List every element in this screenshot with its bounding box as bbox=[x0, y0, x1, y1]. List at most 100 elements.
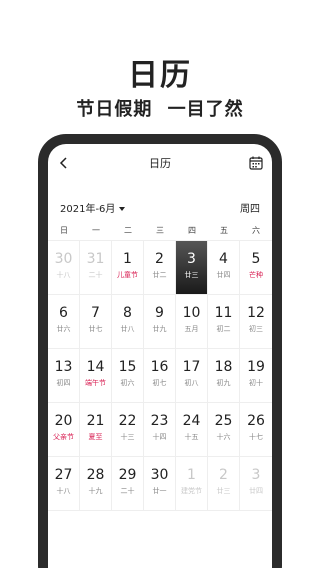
day-number: 3 bbox=[187, 251, 196, 267]
lunar-date: 十六 bbox=[216, 433, 231, 441]
lunar-date: 初十 bbox=[249, 379, 263, 387]
lunar-date: 初八 bbox=[184, 379, 199, 387]
calendar-day[interactable]: 25 十六 bbox=[208, 403, 240, 457]
day-number: 30 bbox=[150, 467, 169, 483]
lunar-date: 建党节 bbox=[181, 487, 202, 495]
calendar-day[interactable]: 4 廿四 bbox=[208, 241, 240, 295]
calendar-day[interactable]: 9 廿九 bbox=[144, 295, 176, 349]
weekday-label: 一 bbox=[92, 226, 100, 235]
weekday-label: 三 bbox=[156, 226, 164, 235]
lunar-date: 十三 bbox=[120, 433, 135, 441]
lunar-date: 十九 bbox=[88, 487, 103, 495]
day-number: 18 bbox=[214, 359, 233, 375]
day-number: 14 bbox=[86, 359, 105, 375]
calendar-day[interactable]: 13 初四 bbox=[48, 349, 80, 403]
day-number: 27 bbox=[54, 467, 73, 483]
day-number: 10 bbox=[182, 305, 201, 321]
lunar-date: 廿九 bbox=[152, 325, 167, 333]
day-number: 1 bbox=[123, 251, 132, 267]
lunar-date: 廿四 bbox=[216, 271, 231, 279]
calendar-day[interactable]: 30 廿一 bbox=[144, 457, 176, 511]
weekday-label: 二 bbox=[124, 226, 132, 235]
phone-frame: 日历 2021年-6月 周四 日 一 二 三 四 五 六 30 十八 31 二十… bbox=[38, 134, 282, 568]
holiday-label: 儿童节 bbox=[117, 271, 138, 279]
day-number: 20 bbox=[54, 413, 73, 429]
calendar-day[interactable]: 21 夏至 bbox=[80, 403, 112, 457]
calendar-day-today[interactable]: 3 廿三 bbox=[176, 241, 208, 295]
calendar-day[interactable]: 17 初八 bbox=[176, 349, 208, 403]
calendar-day[interactable]: 16 初七 bbox=[144, 349, 176, 403]
lunar-date: 廿七 bbox=[88, 325, 103, 333]
calendar-day[interactable]: 6 廿六 bbox=[48, 295, 80, 349]
calendar-day[interactable]: 5 芒种 bbox=[240, 241, 272, 295]
lunar-date: 初九 bbox=[216, 379, 231, 387]
holiday-label: 芒种 bbox=[249, 271, 263, 279]
calendar-day[interactable]: 2 廿三 bbox=[208, 457, 240, 511]
day-number: 8 bbox=[123, 305, 132, 321]
calendar-day[interactable]: 30 十八 bbox=[48, 241, 80, 295]
day-number: 21 bbox=[86, 413, 105, 429]
weekday-label: 六 bbox=[252, 226, 260, 235]
day-number: 6 bbox=[59, 305, 68, 321]
calendar-day[interactable]: 7 廿七 bbox=[80, 295, 112, 349]
promo-subtitle: 节日假期 一目了然 bbox=[76, 99, 244, 120]
month-selector-label: 2021年-6月 bbox=[60, 204, 116, 215]
calendar-day[interactable]: 22 十三 bbox=[112, 403, 144, 457]
calendar-icon[interactable] bbox=[248, 155, 264, 171]
lunar-date: 二十 bbox=[120, 487, 135, 495]
lunar-date: 廿一 bbox=[152, 487, 167, 495]
day-number: 17 bbox=[182, 359, 201, 375]
calendar-day[interactable]: 31 二十 bbox=[80, 241, 112, 295]
caret-down-icon bbox=[119, 207, 126, 211]
today-weekday: 周四 bbox=[240, 204, 260, 215]
lunar-date: 十五 bbox=[184, 433, 199, 441]
calendar-day[interactable]: 11 初二 bbox=[208, 295, 240, 349]
day-number: 5 bbox=[251, 251, 261, 267]
holiday-label: 夏至 bbox=[88, 433, 103, 441]
calendar-day[interactable]: 3 廿四 bbox=[240, 457, 272, 511]
month-bar: 2021年-6月 周四 bbox=[48, 196, 272, 220]
calendar-day[interactable]: 18 初九 bbox=[208, 349, 240, 403]
calendar-day[interactable]: 8 廿八 bbox=[112, 295, 144, 349]
lunar-date: 廿八 bbox=[120, 325, 135, 333]
lunar-date: 初三 bbox=[249, 325, 263, 333]
calendar-day[interactable]: 14 端午节 bbox=[80, 349, 112, 403]
lunar-date: 廿二 bbox=[152, 271, 167, 279]
day-number: 25 bbox=[214, 413, 233, 429]
lunar-date: 初四 bbox=[56, 379, 71, 387]
app-screen: 日历 2021年-6月 周四 日 一 二 三 四 五 六 30 十八 31 二十… bbox=[48, 144, 272, 568]
month-selector[interactable]: 2021年-6月 bbox=[60, 200, 126, 215]
weekday-label: 日 bbox=[60, 226, 68, 235]
weekday-label: 四 bbox=[188, 226, 196, 235]
calendar-day[interactable]: 27 十八 bbox=[48, 457, 80, 511]
lunar-date: 廿六 bbox=[56, 325, 71, 333]
day-number: 15 bbox=[118, 359, 137, 375]
calendar-day[interactable]: 28 十九 bbox=[80, 457, 112, 511]
calendar-day[interactable]: 23 十四 bbox=[144, 403, 176, 457]
calendar-day[interactable]: 12 初三 bbox=[240, 295, 272, 349]
calendar-day[interactable]: 10 五月 bbox=[176, 295, 208, 349]
day-number: 19 bbox=[247, 359, 265, 375]
day-number: 4 bbox=[219, 251, 228, 267]
day-number: 12 bbox=[247, 305, 265, 321]
calendar-day[interactable]: 2 廿二 bbox=[144, 241, 176, 295]
calendar-day[interactable]: 15 初六 bbox=[112, 349, 144, 403]
lunar-date: 十八 bbox=[56, 271, 71, 279]
day-number: 13 bbox=[54, 359, 73, 375]
calendar-day[interactable]: 19 初十 bbox=[240, 349, 272, 403]
day-number: 31 bbox=[86, 251, 105, 267]
promo-title: 日历 bbox=[128, 58, 192, 93]
calendar-day[interactable]: 26 十七 bbox=[240, 403, 272, 457]
day-number: 24 bbox=[182, 413, 201, 429]
calendar-day[interactable]: 20 父亲节 bbox=[48, 403, 80, 457]
day-number: 23 bbox=[150, 413, 169, 429]
calendar-day[interactable]: 29 二十 bbox=[112, 457, 144, 511]
holiday-label: 端午节 bbox=[85, 379, 106, 387]
calendar-day[interactable]: 24 十五 bbox=[176, 403, 208, 457]
calendar-day[interactable]: 1 儿童节 bbox=[112, 241, 144, 295]
day-number: 3 bbox=[251, 467, 261, 483]
day-number: 16 bbox=[150, 359, 169, 375]
calendar-day[interactable]: 1 建党节 bbox=[176, 457, 208, 511]
weekday-header: 日 一 二 三 四 五 六 bbox=[48, 222, 272, 240]
lunar-date: 十八 bbox=[56, 487, 71, 495]
